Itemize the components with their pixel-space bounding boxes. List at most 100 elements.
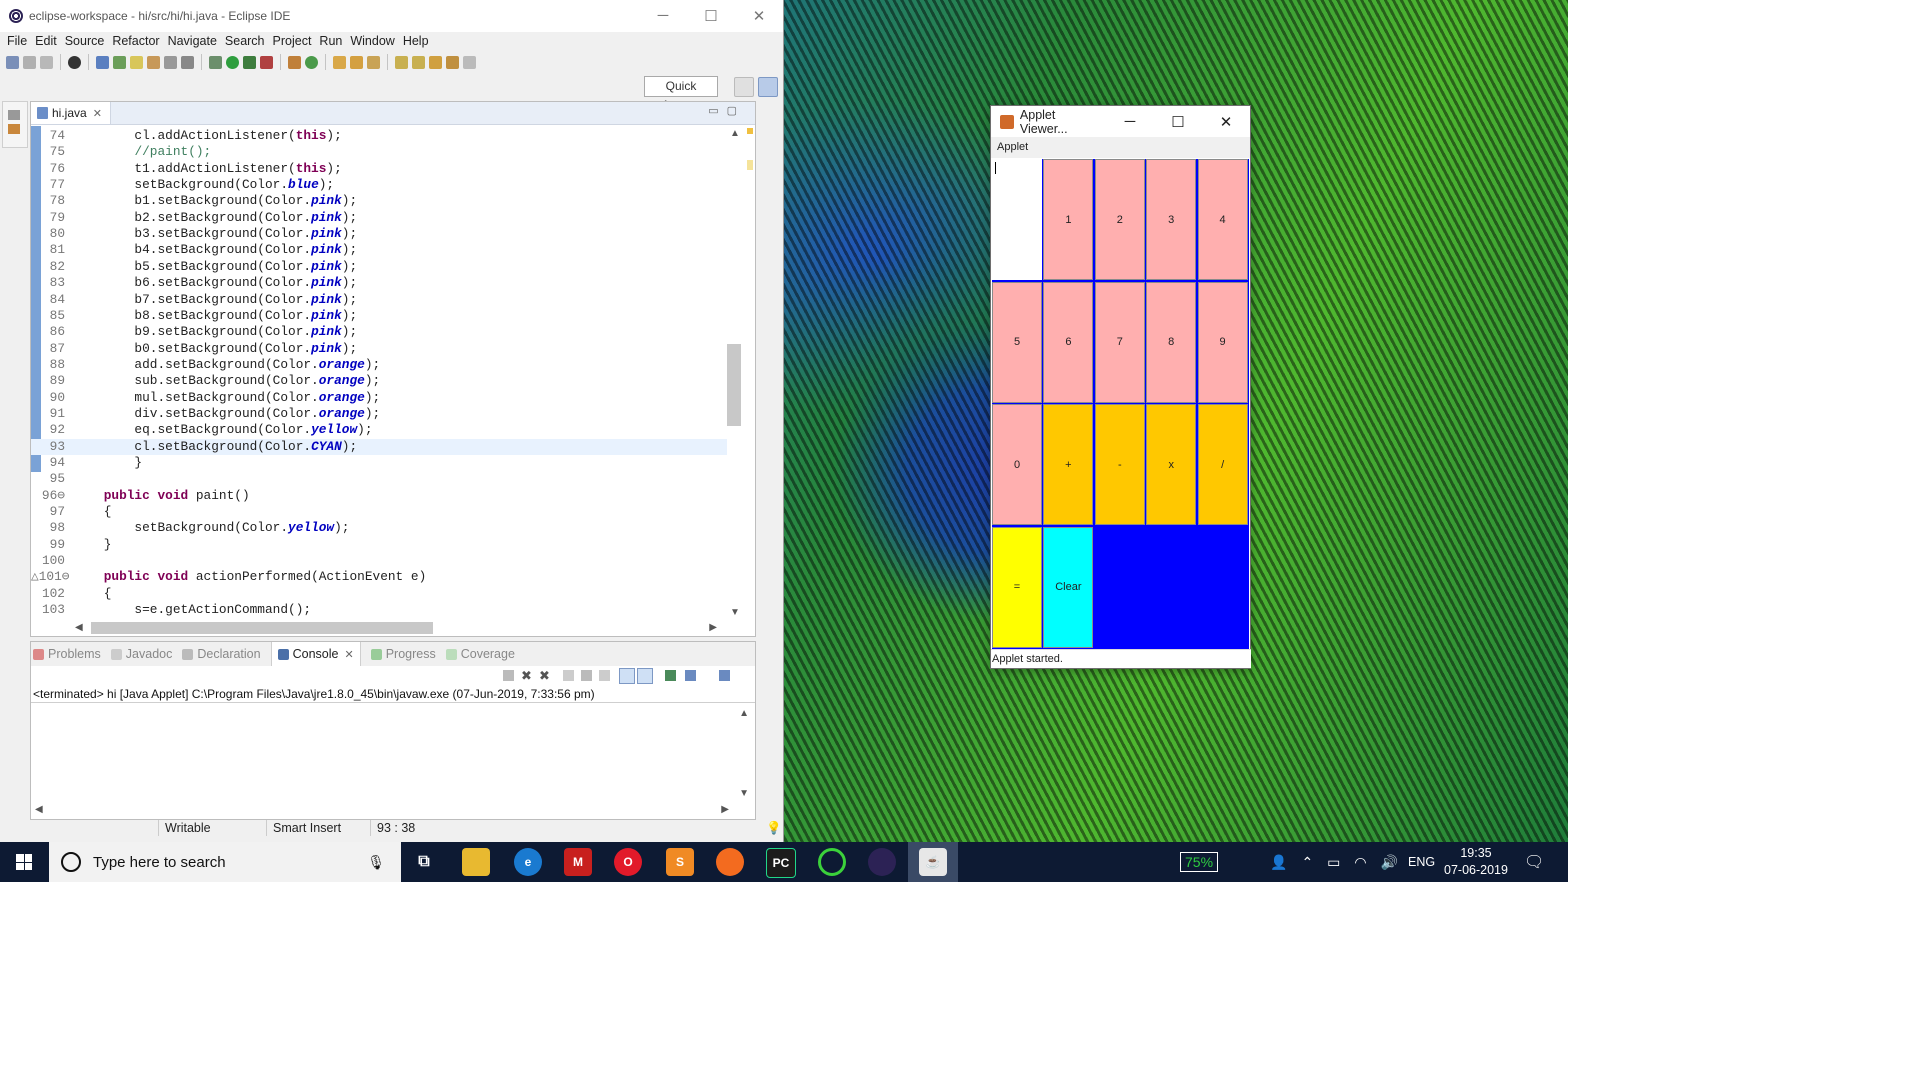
profile-icon[interactable] [68,55,81,69]
calculator-button[interactable]: Clear [1043,526,1094,648]
notifications-icon[interactable]: 🗨 [1524,842,1544,882]
code-line[interactable]: 88 add.setBackground(Color.orange); [31,357,727,373]
display-console-icon[interactable] [685,670,696,681]
external-tools-icon[interactable] [260,55,273,69]
tab-problems[interactable]: Problems [33,647,101,661]
clear-console-icon[interactable] [563,670,574,681]
run-icon[interactable] [226,55,239,69]
menu-edit[interactable]: Edit [35,34,57,48]
calculator-button[interactable]: 0 [992,404,1042,525]
remove-all-icon[interactable]: ✖ [539,668,550,684]
code-line[interactable]: 89 sub.setBackground(Color.orange); [31,373,727,389]
pin-icon[interactable] [96,55,109,69]
calculator-button[interactable]: 7 [1094,281,1145,403]
code-line[interactable]: 91 div.setBackground(Color.orange); [31,406,727,422]
task-view-icon[interactable]: ⧉ [410,848,438,876]
taskbar-search-box[interactable]: Type here to search 🎙 [49,842,401,882]
highlight-icon[interactable] [130,55,143,69]
wifi-icon[interactable]: ◠ [1354,854,1366,871]
toggle-icon[interactable] [113,55,126,69]
code-line[interactable]: 90 mul.setBackground(Color.orange); [31,390,727,406]
tab-javadoc[interactable]: Javadoc [110,647,172,661]
mcafee-icon[interactable]: M [564,848,592,876]
back-icon[interactable] [429,55,442,69]
quick-access-input[interactable]: Quick Access [644,76,718,112]
code-line[interactable]: 97 { [31,504,727,520]
warning-marker-icon[interactable] [747,128,753,134]
restore-icon[interactable] [8,110,20,120]
menu-help[interactable]: Help [403,34,429,48]
code-line[interactable]: 77 setBackground(Color.blue); [31,177,727,193]
code-line[interactable]: 92 eq.setBackground(Color.yellow); [31,422,727,438]
open-console-icon[interactable] [719,670,730,681]
tab-coverage[interactable]: Coverage [445,647,515,661]
calculator-button[interactable]: = [992,526,1042,648]
code-line[interactable]: 83 b6.setBackground(Color.pink); [31,275,727,291]
forward-icon[interactable] [463,55,476,69]
new-package-icon[interactable] [288,55,301,69]
start-button[interactable] [0,842,48,882]
remove-launch-icon[interactable]: ✖ [521,668,532,684]
calculator-button[interactable]: 6 [1043,281,1094,403]
annotation-icon[interactable] [147,55,160,69]
editor-min-max-icons[interactable]: ▭▢ [708,104,745,117]
scroll-up-icon[interactable]: ▲ [730,128,740,139]
calculator-button[interactable]: 9 [1197,281,1248,403]
calculator-button[interactable]: + [1043,404,1094,525]
save-all-icon[interactable] [40,55,53,69]
menu-navigate[interactable]: Navigate [168,34,217,48]
language-indicator[interactable]: ENG [1408,842,1435,882]
new-class-icon[interactable] [305,55,318,69]
word-wrap-icon[interactable] [599,670,610,681]
calculator-button[interactable]: 5 [992,281,1042,403]
calculator-button[interactable]: - [1094,404,1145,525]
people-icon[interactable]: 👤 [1270,854,1287,871]
battery-icon[interactable]: ▭ [1327,854,1340,871]
sublime-text-icon[interactable]: S [666,848,694,876]
menu-search[interactable]: Search [225,34,265,48]
calculator-button[interactable]: x [1146,404,1197,525]
file-explorer-icon[interactable] [462,848,490,876]
volume-icon[interactable]: 🔊 [1381,854,1398,871]
code-line[interactable]: 86 b9.setBackground(Color.pink); [31,324,727,340]
calculator-button[interactable]: 4 [1197,159,1248,280]
show-hidden-icons-chevron-icon[interactable]: ⌃ [1301,854,1313,871]
close-tab-icon[interactable]: ✕ [93,107,102,120]
maximize-button[interactable]: ☐ [687,7,735,25]
package-explorer-icon[interactable] [8,124,20,134]
scroll-right-icon[interactable]: ▶ [709,622,717,633]
calculator-display-field[interactable] [992,159,1042,280]
menu-source[interactable]: Source [65,34,105,48]
code-line[interactable]: 78 b1.setBackground(Color.pink); [31,193,727,209]
console-scroll-down-icon[interactable]: ▼ [739,788,749,799]
open-perspective-icon[interactable] [734,77,754,97]
new-icon[interactable] [6,55,19,69]
save-icon[interactable] [23,55,36,69]
calculator-button[interactable]: 3 [1146,159,1197,280]
menu-project[interactable]: Project [273,34,312,48]
code-area[interactable]: 74 cl.addActionListener(this); 75 //paint… [31,126,727,620]
applet-maximize-button[interactable]: ☐ [1154,113,1202,131]
close-button[interactable]: ✕ [735,7,783,25]
open-type-icon[interactable] [333,55,346,69]
block-icon[interactable] [164,55,177,69]
tip-bulb-icon[interactable]: 💡 [766,821,782,836]
code-line[interactable]: 85 b8.setBackground(Color.pink); [31,308,727,324]
vertical-scroll-thumb[interactable] [727,344,741,426]
code-line[interactable]: 79 b2.setBackground(Color.pink); [31,210,727,226]
applet-minimize-button[interactable]: ─ [1106,113,1154,131]
status-insert-mode[interactable]: Smart Insert [273,821,341,835]
pilcrow-icon[interactable] [181,55,194,69]
tab-progress[interactable]: Progress [370,647,436,661]
tab-console[interactable]: Console ✕ [270,642,361,666]
calculator-button[interactable]: 8 [1146,281,1197,403]
code-line[interactable]: △101⊖ public void actionPerformed(Action… [31,569,727,585]
scroll-lock-icon[interactable] [581,670,592,681]
spinner-app-icon[interactable] [818,848,846,876]
next-annotation-icon[interactable] [395,55,408,69]
firefox-icon[interactable] [716,848,744,876]
pycharm-icon[interactable]: PC [766,848,796,878]
horizontal-scrollbar[interactable]: ◀ ▶ [71,620,727,636]
code-line[interactable]: 75 //paint(); [31,144,727,160]
code-line[interactable]: 98 setBackground(Color.yellow); [31,520,727,536]
